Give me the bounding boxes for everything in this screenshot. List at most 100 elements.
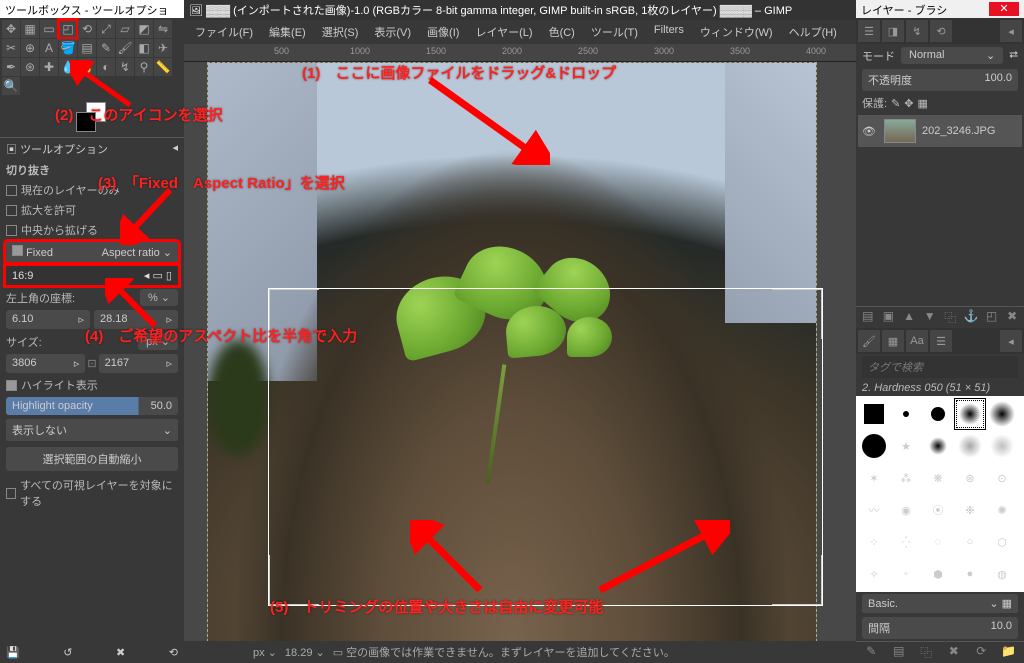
brush-item[interactable]: ● <box>954 558 986 590</box>
tool-heal[interactable]: ✚ <box>40 58 58 76</box>
brush-item[interactable] <box>858 398 890 430</box>
blend-mode-dropdown[interactable]: Normal⌄ <box>901 47 1003 64</box>
brush-item[interactable]: ◌ <box>922 526 954 558</box>
menu-filters[interactable]: Filters <box>647 22 691 42</box>
tool-eraser[interactable]: ◧ <box>135 39 153 57</box>
tool-scale[interactable]: ⤢ <box>97 20 115 38</box>
brush-item[interactable] <box>986 430 1018 462</box>
tool-warp[interactable]: ⊕ <box>21 39 39 57</box>
brush-item[interactable]: ★ <box>890 430 922 462</box>
brush-item[interactable]: ⬢ <box>922 558 954 590</box>
close-button[interactable]: ✕ <box>989 2 1019 16</box>
tool-rotate[interactable]: ⟲ <box>78 20 96 38</box>
menu-file[interactable]: ファイル(F) <box>188 22 260 42</box>
new-layer-icon[interactable]: ▤ <box>860 309 876 326</box>
tool-perspective[interactable]: ◩ <box>135 20 153 38</box>
brush-spacing[interactable]: 間隔10.0 <box>862 617 1018 639</box>
raise-icon[interactable]: ▲ <box>901 309 917 326</box>
brush-item[interactable]: ⁘ <box>858 526 890 558</box>
brush-item[interactable]: ⊛ <box>954 462 986 494</box>
tab-fonts[interactable]: Aa <box>906 330 928 352</box>
mask-icon[interactable]: ◰ <box>984 309 1000 326</box>
brush-item[interactable]: ○ <box>954 526 986 558</box>
brush-item[interactable] <box>890 398 922 430</box>
tool-clone[interactable]: ⊛ <box>21 58 39 76</box>
lock-position-icon[interactable]: ✥ <box>904 97 913 110</box>
tool-text[interactable]: A <box>40 39 58 57</box>
pos-x[interactable]: 6.10▹ <box>6 310 90 329</box>
brush-preset-dropdown[interactable]: Basic.⌄ ▦ <box>862 594 1018 613</box>
fixed-dropdown[interactable]: FixedAspect ratio ⌄ <box>6 242 178 262</box>
dup-brush-icon[interactable]: ⿻ <box>918 644 934 661</box>
tool-flip[interactable]: ⇋ <box>154 20 172 38</box>
brush-item[interactable]: ✺ <box>986 494 1018 526</box>
layer-group-icon[interactable]: ▣ <box>880 309 896 326</box>
brush-item[interactable]: ✧ <box>858 558 890 590</box>
del-brush-icon[interactable]: ✖ <box>946 644 962 661</box>
tab-layers[interactable]: ☰ <box>858 20 880 42</box>
layer-item[interactable]: 👁 202_3246.JPG <box>858 115 1022 147</box>
tag-search[interactable]: タグで検索 <box>862 356 1018 378</box>
tool-gradient[interactable]: ▤ <box>78 39 96 57</box>
menu-edit[interactable]: 編集(E) <box>262 22 313 42</box>
reset-icon[interactable]: ⟲ <box>169 646 178 659</box>
tool-move[interactable]: ✥ <box>2 20 20 38</box>
highlight-opacity[interactable]: Highlight opacity50.0 <box>6 397 178 415</box>
brush-item[interactable] <box>986 398 1018 430</box>
brush-item[interactable]: ⦿ <box>922 494 954 526</box>
brush-item[interactable]: ❋ <box>922 462 954 494</box>
tool-shear[interactable]: ▱ <box>116 20 134 38</box>
tool-crop[interactable]: ◰ <box>59 20 77 38</box>
tool-ink[interactable]: ✒ <box>2 58 20 76</box>
tool-zoom[interactable]: 🔍 <box>2 77 20 95</box>
delete-layer-icon[interactable]: ✖ <box>1004 309 1020 326</box>
brush-item[interactable]: 〰 <box>858 494 890 526</box>
brush-item[interactable]: ⊙ <box>986 462 1018 494</box>
brush-item[interactable]: ⁛ <box>890 526 922 558</box>
auto-shrink-button[interactable]: 選択範囲の自動縮小 <box>6 447 178 471</box>
menu-view[interactable]: 表示(V) <box>367 22 418 42</box>
lock-pixels-icon[interactable]: ✎ <box>891 97 900 110</box>
merge-icon[interactable]: ⚓ <box>963 309 979 326</box>
brush-item[interactable] <box>954 430 986 462</box>
tool-brush[interactable]: 🖌 <box>116 39 134 57</box>
tab-patterns[interactable]: ▦ <box>882 330 904 352</box>
tab-history[interactable]: ☰ <box>930 330 952 352</box>
brush-item[interactable]: ◉ <box>890 494 922 526</box>
tab-menu[interactable]: ◂ <box>1000 20 1022 42</box>
delete-icon[interactable]: ✖ <box>116 646 125 659</box>
edit-brush-icon[interactable]: ✎ <box>863 644 879 661</box>
refresh-brush-icon[interactable]: ⟳ <box>973 644 989 661</box>
brush-item[interactable] <box>954 398 986 430</box>
status-unit[interactable]: px ⌄ <box>253 646 277 659</box>
menu-help[interactable]: ヘルプ(H) <box>782 22 844 42</box>
new-brush-icon[interactable]: ▤ <box>891 644 907 661</box>
tab-undo[interactable]: ⟲ <box>930 20 952 42</box>
menu-layer[interactable]: レイヤー(L) <box>468 22 539 42</box>
status-zoom[interactable]: 18.29 ⌄ <box>285 646 325 659</box>
tab-brushes[interactable]: 🖌 <box>858 330 880 352</box>
menu-colors[interactable]: 色(C) <box>542 22 582 42</box>
brush-item[interactable] <box>922 398 954 430</box>
guides-dropdown[interactable]: 表示しない⌄ <box>6 419 178 441</box>
visibility-icon[interactable]: 👁 <box>862 125 878 138</box>
menu-tools[interactable]: ツール(T) <box>584 22 645 42</box>
menu-image[interactable]: 画像(I) <box>420 22 466 42</box>
crop-handle-br[interactable] <box>772 555 822 605</box>
size-w[interactable]: 3806▹ <box>6 354 85 373</box>
highlight-checkbox[interactable]: ハイライト表示 <box>0 375 184 395</box>
tool-align[interactable]: ▦ <box>21 20 39 38</box>
crop-handle-tr[interactable] <box>772 289 822 339</box>
brush-item[interactable]: ◍ <box>986 558 1018 590</box>
brush-item[interactable] <box>858 430 890 462</box>
tool-measure[interactable]: 📏 <box>154 58 172 76</box>
brush-item[interactable]: ⁂ <box>890 462 922 494</box>
tool-rect-select[interactable]: ▭ <box>40 20 58 38</box>
duplicate-icon[interactable]: ⿻ <box>942 309 958 326</box>
brush-item[interactable] <box>922 430 954 462</box>
menu-select[interactable]: 選択(S) <box>315 22 366 42</box>
tool-pencil[interactable]: ✎ <box>97 39 115 57</box>
lower-icon[interactable]: ▼ <box>922 309 938 326</box>
menu-windows[interactable]: ウィンドウ(W) <box>693 22 780 42</box>
tab-paths[interactable]: ↯ <box>906 20 928 42</box>
